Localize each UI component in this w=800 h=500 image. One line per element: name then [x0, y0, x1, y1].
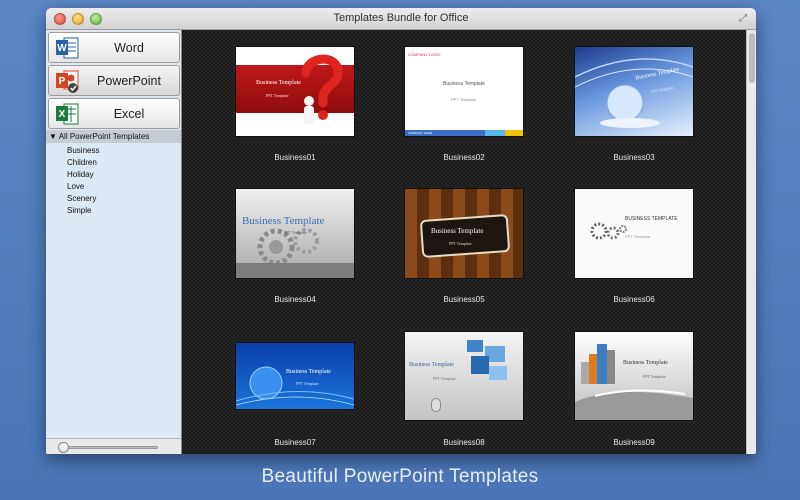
zoom-slider-track[interactable] [62, 446, 158, 449]
disclosure-triangle-icon[interactable]: ▼ [49, 132, 57, 141]
thumb-subtitle: PPT Template [433, 376, 456, 381]
template-label-business05: Business05 [443, 295, 485, 304]
small-gears-icon [590, 222, 627, 240]
zoom-slider-knob[interactable] [58, 442, 69, 453]
template-thumbnail-business08[interactable]: Business Template PPT Template [405, 332, 523, 420]
template-thumbnail-business06[interactable]: BUSINESS TEMPLATE PPT Template [575, 189, 693, 278]
title-bar: Templates Bundle for Office ⤢ [46, 8, 756, 30]
word-icon: W [56, 37, 79, 59]
tree-item-business[interactable]: Business [67, 145, 99, 156]
powerpoint-icon: P [56, 70, 79, 93]
tree-item-holiday[interactable]: Holiday [67, 169, 94, 180]
thumb-title: Business Template [242, 215, 325, 227]
thumb-subtitle: PPT Template [449, 241, 472, 246]
thumb-title: Business Template [431, 227, 484, 235]
thumb-title: Business Template [409, 362, 454, 368]
promo-caption: Beautiful PowerPoint Templates [261, 466, 539, 487]
template-thumbnail-business01[interactable]: Business Template PPT Template [236, 47, 354, 136]
thumb-subtitle: PPT Template [284, 230, 307, 235]
template-label-business04: Business04 [274, 295, 316, 304]
window-title: Templates Bundle for Office [333, 12, 469, 24]
svg-text:P: P [59, 76, 66, 87]
excel-icon: X [56, 103, 79, 125]
template-thumbnail-business03[interactable]: Business Template PPT Template [575, 47, 693, 136]
template-thumbnail-business04[interactable]: Business Template PPT Template [236, 189, 354, 278]
template-label-business06: Business06 [613, 295, 655, 304]
app-window: Templates Bundle for Office ⤢ W Word P P… [46, 8, 756, 454]
zoom-slider-bar [46, 438, 181, 454]
template-thumbnail-business05[interactable]: Business Template PPT Template [405, 189, 523, 278]
thumb-title: Business Template [443, 81, 485, 87]
city-buildings-icon [575, 344, 693, 420]
thumb-logo-text: COMPANY LOGO [408, 52, 441, 57]
thumb-subtitle: PPT Template [296, 381, 319, 386]
template-label-business01: Business01 [274, 153, 316, 162]
vertical-scrollbar[interactable] [746, 30, 756, 454]
tree-item-children[interactable]: Children [67, 157, 97, 168]
template-thumbnail-business09[interactable]: Business Template PPT Template [575, 332, 693, 420]
thumb-footer-text: COMPANY NAME [408, 131, 433, 135]
category-tree: ▼ All PowerPoint Templates Business Chil… [46, 130, 181, 438]
scrollbar-thumb[interactable] [749, 33, 755, 83]
globe-swoosh-icon [575, 58, 693, 128]
thumb-title: Business Template [623, 360, 668, 366]
template-label-business07: Business07 [274, 438, 316, 447]
thumb-title: Business Template [256, 80, 301, 86]
svg-text:X: X [59, 109, 66, 120]
template-label-business09: Business09 [613, 438, 655, 447]
excel-button[interactable]: X Excel [48, 98, 180, 129]
question-mark-figure-icon [301, 54, 343, 124]
globe-network-icon [236, 366, 354, 406]
thumb-subtitle: PPT Template [451, 97, 476, 102]
tree-item-love[interactable]: Love [67, 181, 84, 192]
template-label-business08: Business08 [443, 438, 485, 447]
tree-item-scenery[interactable]: Scenery [67, 193, 96, 204]
template-thumbnail-business02[interactable]: COMPANY LOGO Business Template PPT Templ… [405, 47, 523, 136]
template-grid: Business Template PPT Template Business0… [183, 30, 746, 454]
tree-item-simple[interactable]: Simple [67, 205, 91, 216]
sidebar: W Word P PowerPoint X Excel ▼ All PowerP… [46, 30, 182, 454]
thumb-subtitle: PPT Template [625, 234, 650, 239]
fullscreen-icon[interactable]: ⤢ [739, 13, 750, 24]
thumb-title: Business Template [286, 369, 331, 375]
word-button[interactable]: W Word [48, 32, 180, 63]
thumb-subtitle: PPT Template [643, 374, 666, 379]
thumb-title: BUSINESS TEMPLATE [625, 216, 678, 222]
thumb-subtitle: PPT Template [266, 93, 289, 98]
template-label-business02: Business02 [443, 153, 485, 162]
svg-text:W: W [57, 43, 67, 54]
powerpoint-button[interactable]: P PowerPoint [48, 65, 180, 96]
template-label-business03: Business03 [613, 153, 655, 162]
tree-root-label: All PowerPoint Templates [58, 132, 150, 141]
template-thumbnail-business07[interactable]: Business Template PPT Template [236, 343, 354, 409]
tree-root-all-powerpoint-templates[interactable]: ▼ All PowerPoint Templates [46, 130, 181, 143]
